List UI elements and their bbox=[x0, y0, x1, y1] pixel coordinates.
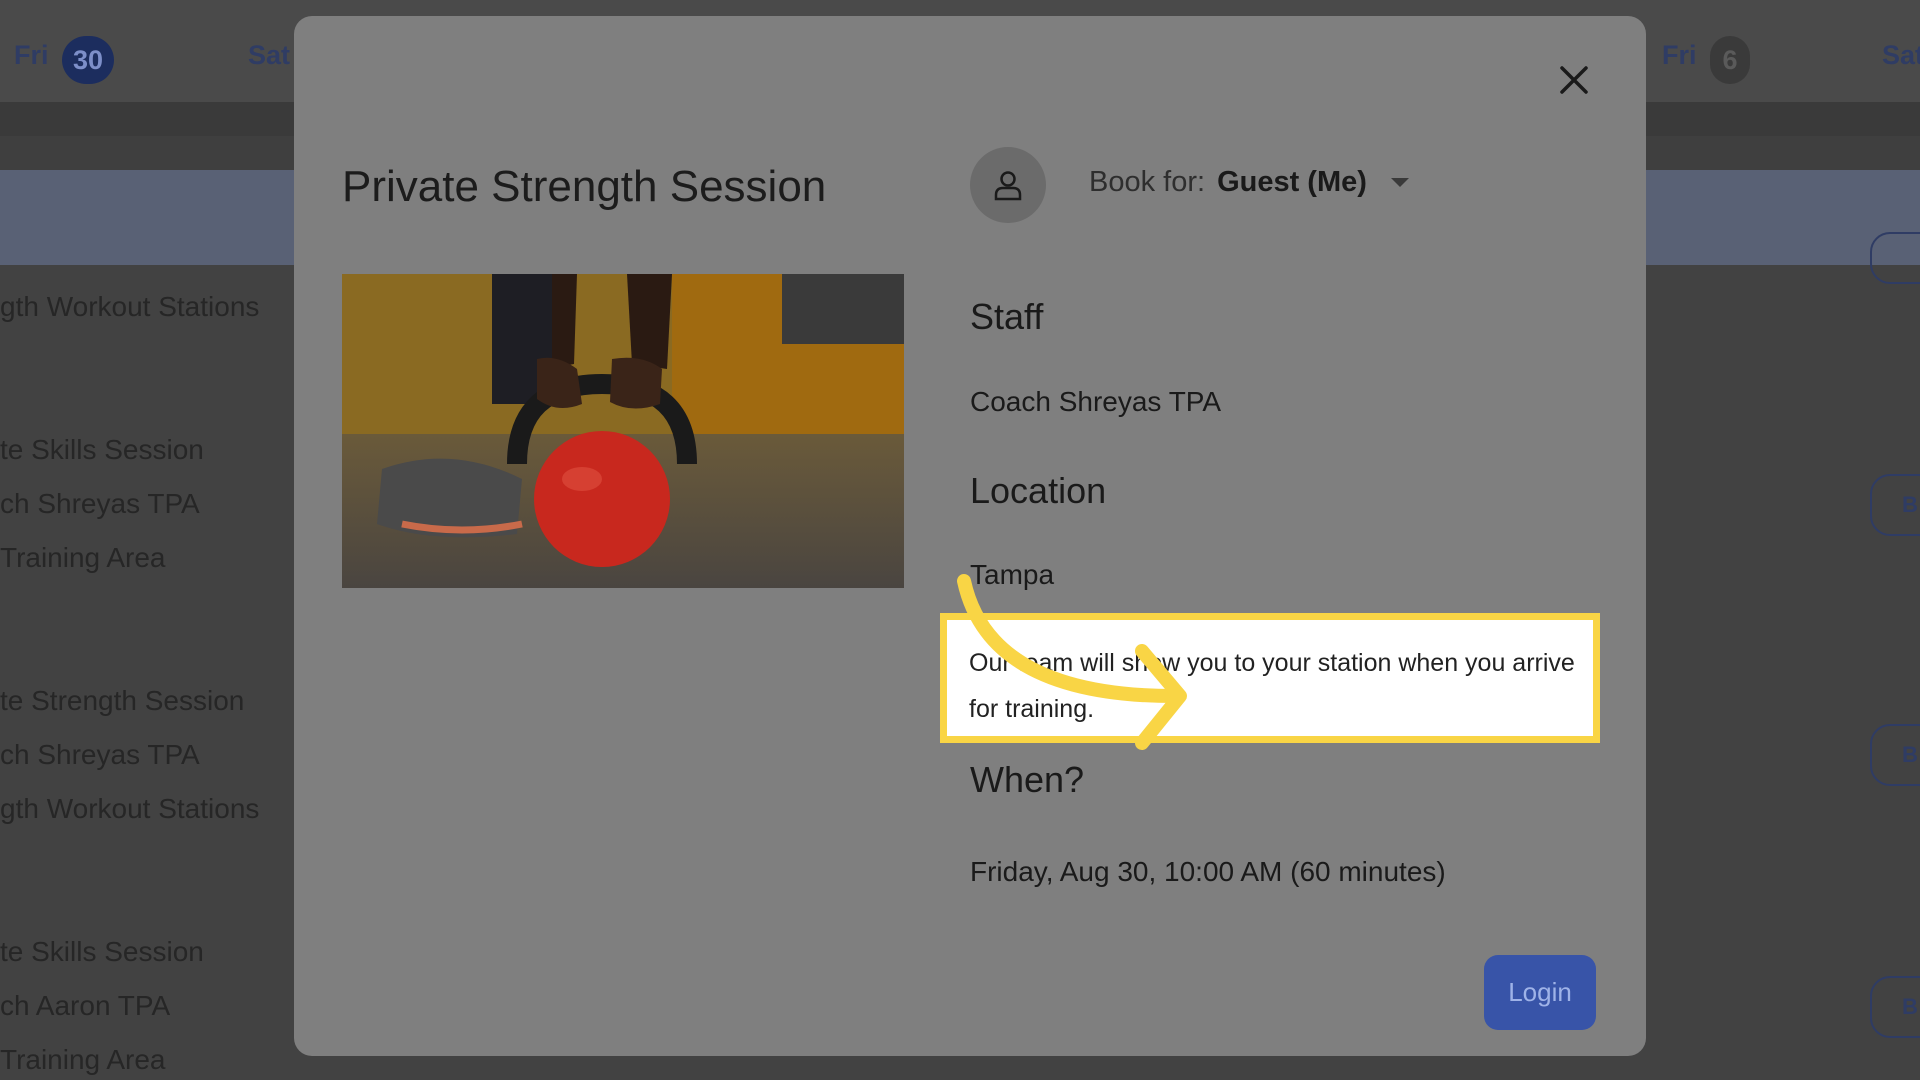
book-button[interactable]: B bbox=[1870, 724, 1920, 786]
list-item: ch Shreyas TPA bbox=[0, 488, 200, 519]
list-item: gth Workout Stations bbox=[0, 291, 260, 322]
book-button[interactable]: B bbox=[1870, 474, 1920, 536]
book-for-selector[interactable]: Book for: Guest (Me) bbox=[1089, 166, 1409, 199]
arrow-icon bbox=[957, 574, 1187, 750]
book-button[interactable] bbox=[1870, 232, 1920, 284]
list-item: Training Area bbox=[0, 1044, 166, 1075]
list-item: ch Shreyas TPA bbox=[0, 739, 200, 770]
list-item: Training Area bbox=[0, 542, 166, 573]
close-icon bbox=[1560, 66, 1588, 94]
day-6-badge[interactable]: 6 bbox=[1710, 36, 1750, 84]
book-for-label: Book for: bbox=[1089, 166, 1206, 198]
book-button[interactable]: B bbox=[1870, 976, 1920, 1038]
list-item: ch Aaron TPA bbox=[0, 990, 171, 1021]
page-title: Private Strength Session bbox=[342, 162, 827, 211]
location-heading: Location bbox=[970, 470, 1107, 511]
staff-heading: Staff bbox=[970, 296, 1044, 337]
chevron-down-icon[interactable] bbox=[1390, 178, 1409, 187]
when-heading: When? bbox=[970, 759, 1085, 800]
when-value: Friday, Aug 30, 10:00 AM (60 minutes) bbox=[970, 856, 1446, 887]
day-30-badge[interactable]: 30 bbox=[62, 36, 114, 84]
close-button[interactable] bbox=[1552, 58, 1596, 102]
session-image bbox=[342, 274, 904, 588]
list-item: te Strength Session bbox=[0, 685, 245, 716]
day-fri-30-label[interactable]: Fri bbox=[14, 40, 49, 71]
user-icon bbox=[994, 171, 1022, 201]
list-item: te Skills Session bbox=[0, 434, 204, 465]
list-item: gth Workout Stations bbox=[0, 793, 260, 824]
day-fri-6-label[interactable]: Fri bbox=[1662, 40, 1697, 71]
day-sat-label[interactable]: Sat bbox=[248, 40, 290, 71]
book-for-value[interactable]: Guest (Me) bbox=[1217, 166, 1367, 199]
list-item: te Skills Session bbox=[0, 936, 204, 967]
staff-value: Coach Shreyas TPA bbox=[970, 386, 1222, 417]
login-button[interactable]: Login bbox=[1484, 955, 1596, 1030]
avatar[interactable] bbox=[970, 147, 1046, 223]
session-modal: Private Strength Session Book for: Guest… bbox=[294, 16, 1646, 1056]
day-sat-2-label[interactable]: Sat bbox=[1882, 40, 1920, 71]
